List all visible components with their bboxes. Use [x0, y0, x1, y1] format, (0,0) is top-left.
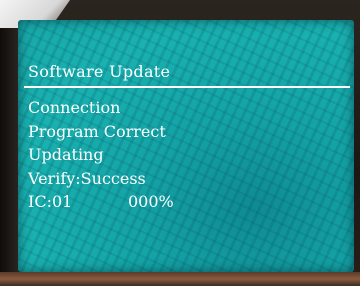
ic-progress: 000% — [128, 192, 174, 211]
screen-title: Software Update — [28, 62, 171, 81]
ic-label: IC:01 — [28, 192, 73, 211]
status-verify: Verify:Success — [28, 168, 146, 188]
device-photo: Software Update Connection Program Corre… — [0, 0, 360, 286]
lcd-screen: Software Update Connection Program Corre… — [18, 20, 354, 272]
status-program-correct: Program Correct — [28, 121, 166, 141]
device-bezel-left — [0, 28, 18, 286]
status-list: Connection Program Correct Updating Veri… — [28, 96, 174, 214]
title-divider — [24, 86, 350, 88]
ic-row: IC:01 000% — [28, 190, 174, 214]
status-connection: Connection — [28, 98, 121, 117]
status-updating: Updating — [28, 145, 104, 164]
device-bezel-bottom — [0, 272, 360, 286]
